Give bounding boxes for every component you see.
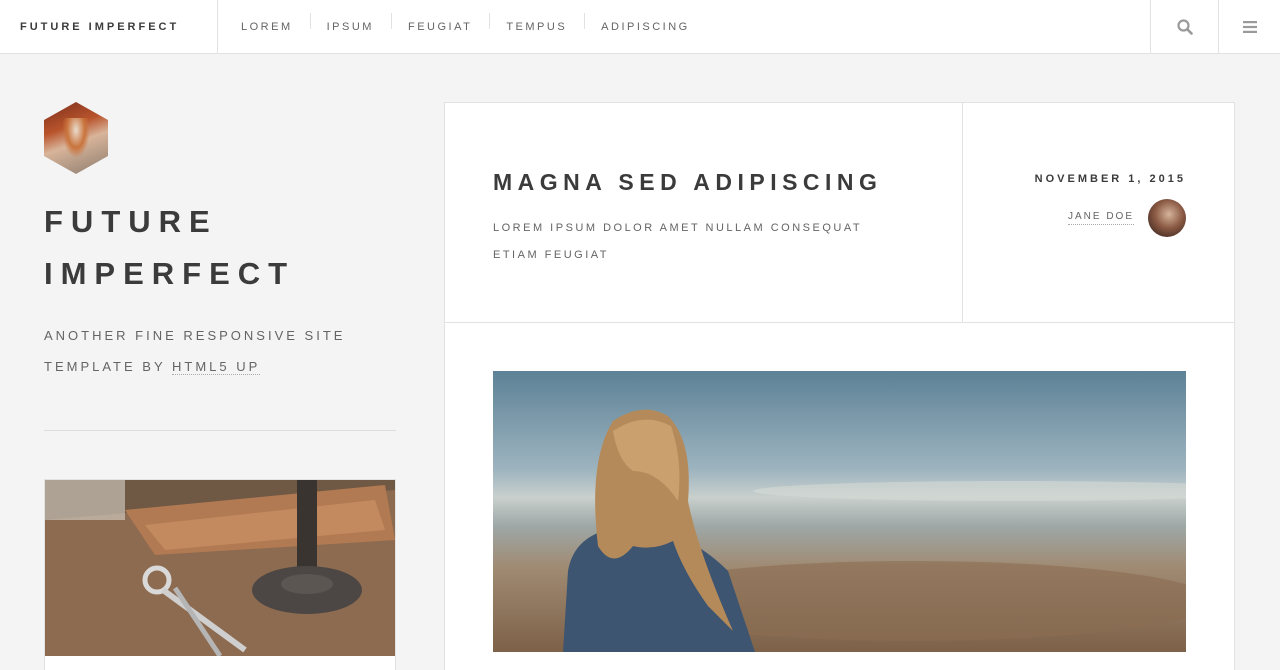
html5up-link[interactable]: HTML5 UP	[172, 359, 261, 375]
site-subtitle-prefix: TEMPLATE BY	[44, 359, 172, 374]
post-author[interactable]: JANE DOE	[1067, 199, 1186, 237]
nav-item-tempus[interactable]: TEMPUS	[489, 12, 584, 35]
search-icon	[1176, 18, 1193, 35]
post-image[interactable]	[493, 371, 1186, 652]
sidebar-divider	[44, 430, 396, 431]
fox-image	[62, 118, 90, 158]
site-title-line2: IMPERFECT	[44, 256, 296, 291]
post-title[interactable]: MAGNA SED ADIPISCING	[493, 169, 882, 196]
site-subtitle-line2: TEMPLATE BY HTML5 UP	[44, 351, 384, 382]
search-button[interactable]	[1150, 0, 1218, 53]
nav-item-feugiat[interactable]: FEUGIAT	[390, 12, 489, 35]
nav-item-lorem[interactable]: LOREM	[224, 19, 310, 35]
site-title-line1: FUTURE	[44, 204, 218, 239]
site-subtitle: ANOTHER FINE RESPONSIVE SITE TEMPLATE BY…	[44, 320, 384, 382]
nav-item-ipsum[interactable]: IPSUM	[309, 12, 391, 35]
mini-post	[44, 479, 396, 670]
site-title: FUTURE IMPERFECT	[44, 196, 364, 300]
menu-button[interactable]	[1218, 0, 1280, 53]
author-avatar[interactable]	[1148, 199, 1186, 237]
author-name[interactable]: JANE DOE	[1067, 211, 1134, 225]
post-subtitle: LOREM IPSUM DOLOR AMET NULLAM CONSEQUAT …	[493, 222, 862, 261]
post-header: MAGNA SED ADIPISCING LOREM IPSUM DOLOR A…	[445, 103, 1234, 323]
post-date: NOVEMBER 1, 2015	[1034, 173, 1186, 185]
mini-post-image[interactable]	[45, 480, 395, 656]
post-meta: NOVEMBER 1, 2015 JANE DOE	[964, 103, 1234, 323]
site-logo[interactable]	[44, 102, 108, 174]
site-subtitle-line1: ANOTHER FINE RESPONSIVE SITE	[44, 328, 346, 343]
woman-landscape-illustration	[493, 371, 1186, 652]
brand-link[interactable]: FUTURE IMPERFECT	[0, 0, 218, 53]
nav-item-adipiscing[interactable]: ADIPISCING	[584, 12, 707, 35]
menu-icon	[1242, 20, 1257, 33]
post-article: MAGNA SED ADIPISCING LOREM IPSUM DOLOR A…	[444, 102, 1235, 670]
workbench-illustration	[45, 480, 395, 656]
post-title-block: MAGNA SED ADIPISCING LOREM IPSUM DOLOR A…	[445, 103, 963, 323]
main-nav: LOREM IPSUM FEUGIAT TEMPUS ADIPISCING	[224, 0, 707, 53]
top-header: FUTURE IMPERFECT LOREM IPSUM FEUGIAT TEM…	[0, 0, 1280, 54]
